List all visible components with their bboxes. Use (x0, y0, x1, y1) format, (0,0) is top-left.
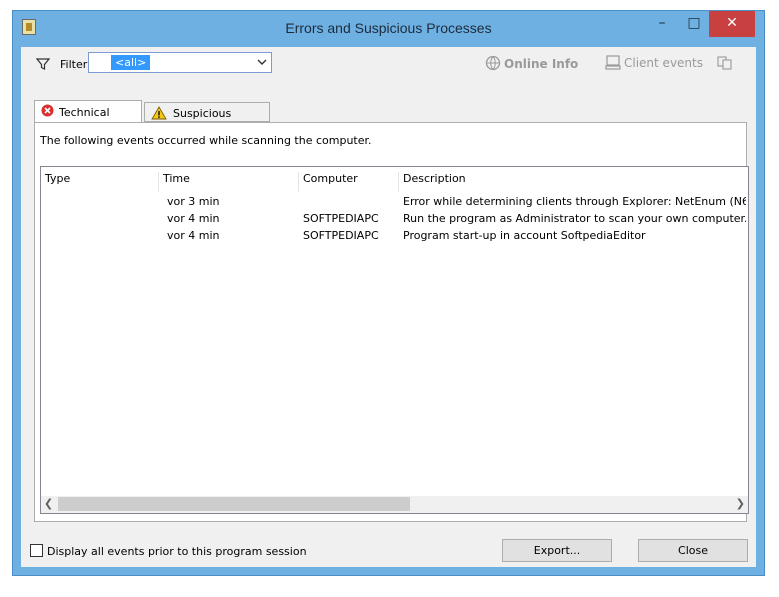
export-button[interactable]: Export... (502, 539, 612, 562)
column-header-computer[interactable]: Computer (299, 172, 399, 192)
online-info-button[interactable]: Online Info (485, 55, 578, 71)
online-info-label: Online Info (504, 57, 579, 71)
filter-selected-value: <all> (111, 55, 151, 70)
minimize-button[interactable]: – (649, 11, 675, 37)
panel-message: The following events occurred while scan… (40, 134, 372, 147)
row-description: Error while determining clients through … (403, 195, 746, 208)
checkbox-box[interactable] (30, 544, 43, 557)
row-computer: SOFTPEDIAPC (303, 212, 379, 225)
column-header-type[interactable]: Type (41, 172, 159, 192)
row-computer: SOFTPEDIAPC (303, 229, 379, 242)
close-button[interactable]: Close (638, 539, 748, 562)
row-time: vor 4 min (167, 212, 220, 225)
show-prior-events-checkbox[interactable]: Display all events prior to this program… (30, 544, 307, 558)
title-bar[interactable]: Errors and Suspicious Processes – □ ✕ (13, 11, 764, 47)
error-icon (41, 104, 54, 117)
client-events-button[interactable]: Client events (605, 55, 703, 70)
tab-suspicious-processes[interactable]: Suspicious processes (144, 102, 270, 133)
warning-icon (151, 106, 167, 120)
chevron-down-icon (257, 59, 267, 65)
table-row[interactable]: Program start vor 4 min SOFTPEDIAPC Prog… (41, 227, 748, 244)
row-description: Run the program as Administrator to scan… (403, 212, 746, 225)
globe-icon (485, 55, 501, 71)
row-time: vor 4 min (167, 229, 220, 242)
scroll-left-icon[interactable]: ❮ (44, 497, 53, 510)
app-window: Errors and Suspicious Processes – □ ✕ Fi… (12, 10, 765, 576)
filter-dropdown[interactable]: <all> (88, 52, 272, 73)
client-events-label: Client events (624, 56, 703, 70)
horizontal-scrollbar[interactable]: ❮ ❯ (41, 496, 748, 513)
scroll-right-icon[interactable]: ❯ (736, 497, 745, 510)
column-header-description[interactable]: Description (399, 172, 748, 192)
tab-panel: The following events occurred while scan… (34, 122, 749, 522)
scrollbar-thumb[interactable] (58, 497, 410, 511)
tab-technical-errors[interactable]: Technical errors (34, 100, 142, 132)
maximize-button[interactable]: □ (681, 11, 707, 37)
list-header: Type Time Computer Description (41, 167, 748, 192)
copy-icon (717, 56, 732, 70)
column-header-time[interactable]: Time (159, 172, 299, 192)
events-list[interactable]: Type Time Computer Description Error vor… (40, 166, 749, 514)
table-row[interactable]: Error vor 4 min SOFTPEDIAPC Run the prog… (41, 210, 748, 227)
table-row[interactable]: Error vor 3 min Error while determining … (41, 193, 748, 210)
filter-icon (36, 58, 50, 70)
toolbar: Filter <all> Online Info Client events (21, 47, 756, 79)
row-time: vor 3 min (167, 195, 220, 208)
checkbox-label: Display all events prior to this program… (47, 545, 307, 558)
computer-icon (605, 55, 621, 70)
row-description: Program start-up in account SoftpediaEdi… (403, 229, 646, 242)
close-window-button[interactable]: ✕ (709, 11, 755, 37)
client-area: Filter <all> Online Info Client events T… (21, 47, 756, 567)
filter-label: Filter (60, 58, 88, 71)
copy-button[interactable] (717, 56, 733, 73)
